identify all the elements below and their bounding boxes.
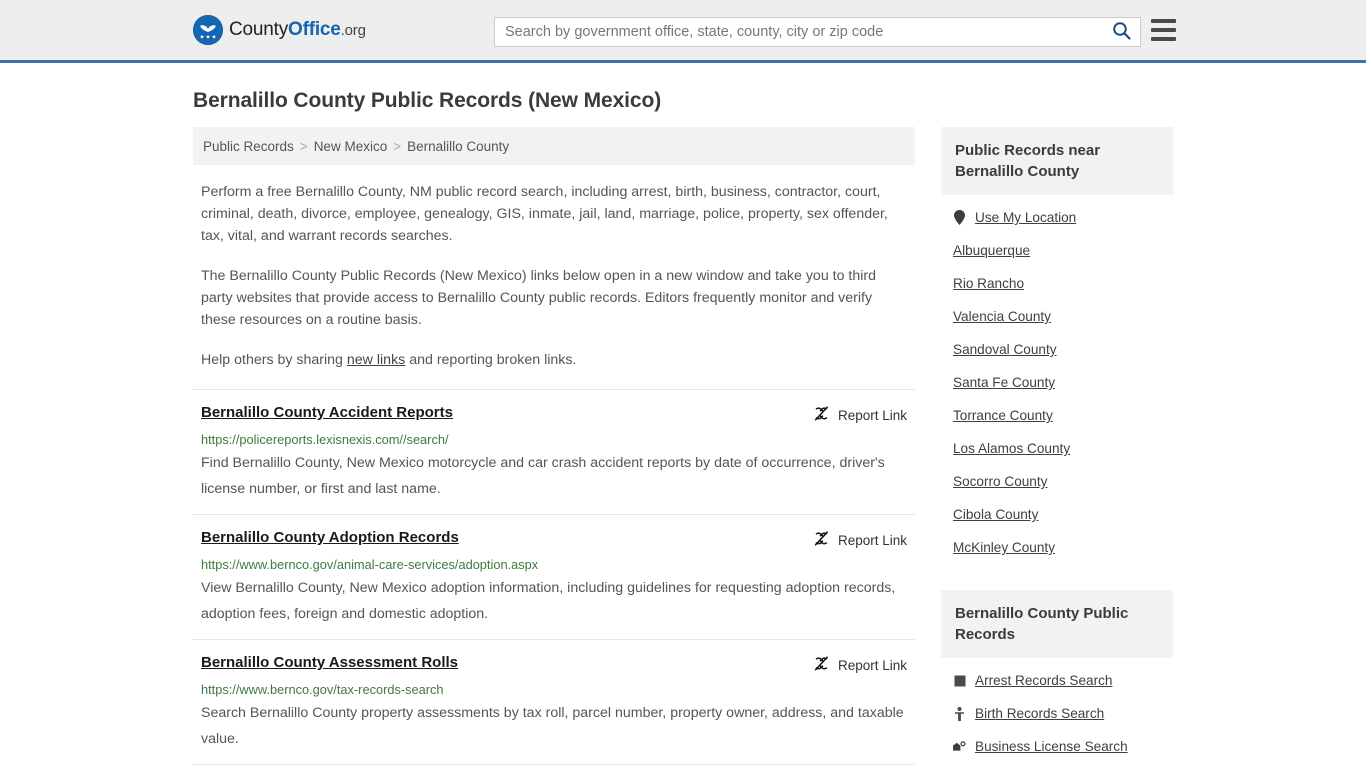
sidebar-item-rio-rancho[interactable]: Rio Rancho [941, 267, 1173, 300]
business-icon [953, 741, 966, 752]
new-links-link[interactable]: new links [347, 352, 405, 368]
result-item: Bernalillo County Adoption Records Repor… [193, 514, 915, 639]
breadcrumb-item-new-mexico[interactable]: New Mexico [314, 139, 388, 154]
sidebar-link[interactable]: Business License Search [975, 739, 1128, 754]
broken-link-icon [813, 530, 830, 550]
sidebar-item-santa-fe-county[interactable]: Santa Fe County [941, 366, 1173, 399]
logo-text-office: Office [288, 19, 341, 40]
nearby-panel-heading: Public Records near Bernalillo County [941, 127, 1173, 195]
intro-paragraph-3: Help others by sharing new links and rep… [193, 349, 915, 371]
sidebar-item-cibola-county[interactable]: Cibola County [941, 498, 1173, 531]
search-icon [1112, 21, 1131, 43]
result-title-link[interactable]: Bernalillo County Adoption Records [201, 529, 459, 546]
map-pin-icon [953, 210, 966, 225]
main-column: Public Records > New Mexico > Bernalillo… [193, 127, 915, 768]
birth-icon [953, 706, 966, 721]
sidebar-link[interactable]: Sandoval County [953, 342, 1057, 357]
site-header: CountyOffice.org [0, 0, 1366, 63]
sidebar-link[interactable]: Valencia County [953, 309, 1051, 324]
result-header: Bernalillo County Adoption Records Repor… [201, 529, 907, 550]
sidebar-link[interactable]: Santa Fe County [953, 375, 1055, 390]
panel-spacer [941, 574, 1173, 590]
records-panel-list: Arrest Records Search Birth Records Sear… [941, 658, 1173, 768]
sidebar-link[interactable]: Arrest Records Search [975, 673, 1113, 688]
hamburger-bar [1151, 28, 1176, 32]
sidebar-item-albuquerque[interactable]: Albuquerque [941, 234, 1173, 267]
sidebar-item-los-alamos-county[interactable]: Los Alamos County [941, 432, 1173, 465]
hamburger-menu-icon[interactable] [1151, 19, 1176, 41]
sidebar-link[interactable]: McKinley County [953, 540, 1055, 555]
result-item: Bernalillo County Accident Reports Repor… [193, 389, 915, 514]
hamburger-bar [1151, 19, 1176, 23]
nearby-panel-list: Use My Location Albuquerque Rio Rancho V… [941, 195, 1173, 574]
logo-text-county: County [229, 19, 289, 40]
records-panel-heading: Bernalillo County Public Records [941, 590, 1173, 658]
breadcrumb-separator: > [299, 138, 308, 154]
report-link-button[interactable]: Report Link [813, 530, 907, 550]
report-link-button[interactable]: Report Link [813, 405, 907, 425]
sidebar: Public Records near Bernalillo County Us… [941, 127, 1173, 768]
sidebar-item-business-license-search[interactable]: Business License Search [941, 730, 1173, 763]
sidebar-item-use-my-location[interactable]: Use My Location [941, 201, 1173, 234]
sidebar-link[interactable]: Use My Location [975, 210, 1076, 225]
sidebar-item-arrest-records-search[interactable]: Arrest Records Search [941, 664, 1173, 697]
sidebar-link[interactable]: Rio Rancho [953, 276, 1024, 291]
result-title-link[interactable]: Bernalillo County Assessment Rolls [201, 654, 458, 671]
report-link-label: Report Link [837, 532, 907, 548]
logo-text-org: .org [340, 22, 366, 39]
search-input[interactable] [495, 18, 1102, 46]
page-title: Bernalillo County Public Records (New Me… [193, 89, 662, 112]
intro-paragraph-2: The Bernalillo County Public Records (Ne… [201, 268, 877, 328]
intro-paragraph-1: Perform a free Bernalillo County, NM pub… [201, 184, 888, 244]
result-title-link[interactable]: Bernalillo County Accident Reports [201, 404, 453, 421]
breadcrumb: Public Records > New Mexico > Bernalillo… [193, 127, 915, 165]
search-button[interactable] [1102, 18, 1140, 46]
report-link-label: Report Link [837, 657, 907, 673]
breadcrumb-separator: > [393, 138, 402, 154]
result-url: https://www.bernco.gov/animal-care-servi… [201, 557, 539, 572]
sidebar-link[interactable]: Socorro County [953, 474, 1047, 489]
site-logo[interactable]: CountyOffice.org [193, 15, 366, 45]
share-text-before: Help others by sharing [201, 352, 347, 368]
result-description: Search Bernalillo County property assess… [201, 705, 904, 747]
share-text-after: and reporting broken links. [405, 352, 577, 368]
result-header: Bernalillo County Accident Reports Repor… [201, 404, 907, 425]
result-item: Bernalillo County Assessment Rolls Repor… [193, 639, 915, 764]
report-link-label: Report Link [837, 407, 907, 423]
sidebar-item-birth-records-search[interactable]: Birth Records Search [941, 697, 1173, 730]
result-description: Find Bernalillo County, New Mexico motor… [201, 455, 885, 497]
arrest-icon [953, 675, 966, 687]
sidebar-link[interactable]: Torrance County [953, 408, 1053, 423]
broken-link-icon [813, 655, 830, 675]
sidebar-item-socorro-county[interactable]: Socorro County [941, 465, 1173, 498]
sidebar-link[interactable]: Albuquerque [953, 243, 1030, 258]
result-url: https://policereports.lexisnexis.com//se… [201, 432, 449, 447]
result-url: https://www.bernco.gov/tax-records-searc… [201, 682, 444, 697]
sidebar-link[interactable]: Los Alamos County [953, 441, 1070, 456]
logo-wordmark: CountyOffice.org [229, 19, 366, 41]
sidebar-item-torrance-county[interactable]: Torrance County [941, 399, 1173, 432]
sidebar-item-valencia-county[interactable]: Valencia County [941, 300, 1173, 333]
logo-eagle-icon [193, 15, 223, 45]
result-item: Bernalillo County Assessor Website R [193, 764, 915, 768]
content-area: Public Records > New Mexico > Bernalillo… [193, 127, 1173, 768]
sidebar-item-sandoval-county[interactable]: Sandoval County [941, 333, 1173, 366]
search-box[interactable] [494, 17, 1141, 47]
sidebar-item-mckinley-county[interactable]: McKinley County [941, 531, 1173, 564]
breadcrumb-item-bernalillo-county[interactable]: Bernalillo County [407, 139, 509, 154]
result-header: Bernalillo County Assessment Rolls Repor… [201, 654, 907, 675]
report-link-button[interactable]: Report Link [813, 655, 907, 675]
sidebar-link[interactable]: Birth Records Search [975, 706, 1104, 721]
broken-link-icon [813, 405, 830, 425]
hamburger-bar [1151, 37, 1176, 41]
page-container: Bernalillo County Public Records (New Me… [0, 89, 1366, 768]
result-description: View Bernalillo County, New Mexico adopt… [201, 580, 896, 622]
breadcrumb-item-public-records[interactable]: Public Records [203, 139, 294, 154]
sidebar-link[interactable]: Cibola County [953, 507, 1038, 522]
